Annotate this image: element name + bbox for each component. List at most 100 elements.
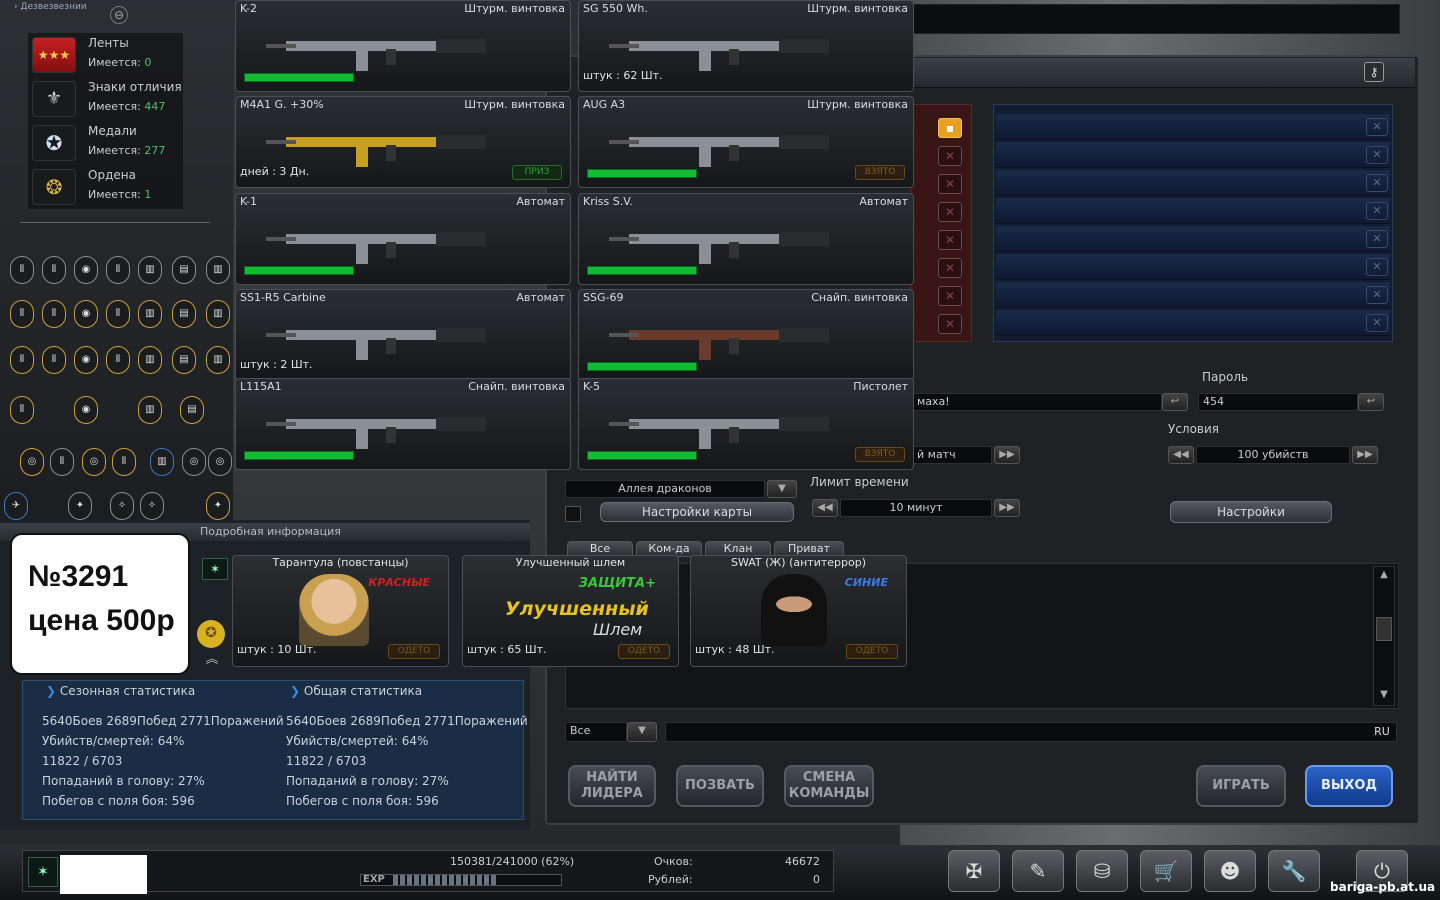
time-prev-arrow-icon[interactable]: ◀◀ (812, 499, 838, 517)
weapon-card[interactable]: L115A1 Снайп. винтовка (235, 378, 571, 470)
insignia-slot-icon[interactable]: ⦀ (112, 448, 136, 476)
player-slot[interactable] (996, 282, 1390, 308)
slot-close-icon[interactable]: ✕ (1366, 286, 1388, 304)
collapse-icon[interactable]: ⊖ (110, 6, 128, 24)
insignia-slot-icon[interactable]: ▤ (172, 256, 196, 284)
medal-row-orders[interactable]: ❂ Ордена Имеется: 1 (28, 165, 183, 209)
weapon-card[interactable]: SS1-R5 Carbine Автомат штук : 2 Шт. (235, 289, 571, 381)
conditions-next-arrow-icon[interactable]: ▶▶ (1352, 446, 1378, 464)
slot-close-icon[interactable]: ✕ (1366, 230, 1388, 248)
insignia-slot-icon[interactable]: ▥ (206, 346, 230, 374)
insignia-slot-icon[interactable]: ⦀ (50, 448, 74, 476)
medal-row-medals[interactable]: ✪ Медали Имеется: 277 (28, 121, 183, 165)
scroll-thumb[interactable] (1376, 617, 1392, 641)
character-card[interactable]: Тарантула (повстанцы) КРАСНЫЕ штук : 10 … (232, 555, 449, 667)
insignia-slot-icon[interactable]: ▥ (138, 346, 162, 374)
weapon-card[interactable]: M4A1 G. +30% Штурм. винтовка дней : 3 Дн. П… (235, 96, 571, 188)
player-slot[interactable] (996, 142, 1390, 168)
insignia-slot-icon[interactable]: ⦀ (10, 346, 34, 374)
chat-input[interactable] (665, 722, 1397, 742)
weapon-status-button[interactable]: ПРИЗ (512, 165, 562, 180)
insignia-slot-icon[interactable]: ⦀ (10, 396, 34, 424)
helmet-card[interactable]: Улучшенный шлем ЗАЩИТА+ Улучшенный Шлем … (462, 555, 679, 667)
chat-channel-select[interactable]: Все (565, 722, 627, 742)
insignia-slot-icon[interactable]: ⦀ (42, 346, 66, 374)
slot-close-icon[interactable]: ✕ (938, 286, 962, 306)
slot-close-icon[interactable]: ✕ (938, 146, 962, 166)
insignia-slot-icon[interactable]: ⦀ (106, 346, 130, 374)
inventory-bag-icon[interactable]: ⛁ (1076, 850, 1128, 892)
insignia-slot-icon[interactable]: ⦀ (42, 300, 66, 328)
insignia-slot-icon[interactable]: ✈ (4, 492, 28, 520)
insignia-slot-icon[interactable]: ◎ (20, 448, 44, 476)
medal-row-ribbons[interactable]: ★★★ Ленты Имеется: 0 (28, 33, 183, 77)
insignia-slot-icon[interactable]: ▥ (138, 396, 162, 424)
slot-close-icon[interactable]: ✕ (1366, 258, 1388, 276)
password-field[interactable]: 454 (1198, 393, 1358, 411)
settings-wrench-icon[interactable]: 🔧 (1268, 850, 1320, 892)
weapon-card[interactable]: SG 550 Wh. Штурм. винтовка штук : 62 Шт. (578, 0, 914, 92)
play-button[interactable]: ИГРАТЬ (1196, 765, 1286, 807)
slot-close-icon[interactable]: ✕ (938, 314, 962, 334)
chat-lang[interactable]: RU (1368, 723, 1396, 741)
change-team-button[interactable]: СМЕНА КОМАНДЫ (784, 765, 874, 807)
insignia-slot-icon[interactable]: ✧ (140, 492, 164, 520)
slot-close-icon[interactable]: ✕ (1366, 174, 1388, 192)
weapon-card[interactable]: SSG-69 Снайп. винтовка (578, 289, 914, 381)
room-name-edit-icon[interactable]: ↩ (1162, 393, 1188, 411)
find-leader-button[interactable]: НАЙТИ ЛИДЕРА (568, 765, 656, 807)
map-settings-button[interactable]: Настройки карты (600, 502, 794, 522)
insignia-slot-icon[interactable]: ▥ (150, 448, 174, 476)
time-next-arrow-icon[interactable]: ▶▶ (994, 499, 1020, 517)
insignia-slot-icon[interactable]: ▤ (180, 396, 204, 424)
insignia-slot-icon[interactable]: ⦀ (42, 256, 66, 284)
player-slot[interactable] (996, 226, 1390, 252)
slot-close-icon[interactable]: ✕ (938, 202, 962, 222)
room-name-field[interactable]: маха! (912, 393, 1162, 411)
weapon-card[interactable]: K-2 Штурм. винтовка (235, 0, 571, 92)
map-checkbox[interactable] (565, 506, 581, 522)
slot-close-icon[interactable]: ✕ (1366, 202, 1388, 220)
insignia-slot-icon[interactable]: ◉ (74, 346, 98, 374)
map-select[interactable]: Аллея драконов (565, 480, 765, 498)
insignia-slot-icon[interactable]: ▤ (172, 346, 196, 374)
player-slot[interactable] (996, 114, 1390, 140)
shop-cart-icon[interactable]: 🛒 (1140, 850, 1192, 892)
insignia-slot-icon[interactable]: ▥ (138, 256, 162, 284)
player-slot[interactable] (996, 254, 1390, 280)
insignia-slot-icon[interactable]: ◉ (74, 396, 98, 424)
conditions-prev-arrow-icon[interactable]: ◀◀ (1168, 446, 1194, 464)
settings-button[interactable]: Настройки (1170, 501, 1332, 523)
slot-close-icon[interactable]: ✕ (1366, 118, 1388, 136)
insignia-slot-icon[interactable]: ✦ (68, 492, 92, 520)
insignia-slot-icon[interactable]: ▥ (138, 300, 162, 328)
scroll-up-icon[interactable]: ▲ (1376, 569, 1392, 583)
character-card[interactable]: SWAT (Ж) (антитеррор) СИНИЕ штук : 48 Шт… (690, 555, 907, 667)
insignia-slot-icon[interactable]: ⦀ (10, 256, 34, 284)
player-slot[interactable] (996, 170, 1390, 196)
key-icon[interactable]: ⚷ (1364, 62, 1384, 82)
rank-emblem-icon[interactable]: ✠ (948, 850, 1000, 892)
medal-row-insignia[interactable]: ⚜ Знаки отличия Имеется: 447 (28, 77, 183, 121)
insignia-slot-icon[interactable]: ◎ (208, 448, 232, 476)
insignia-slot-icon[interactable]: ✦ (206, 492, 230, 520)
weapon-card[interactable]: Kriss S.V. Автомат (578, 193, 914, 285)
chat-scrollbar[interactable]: ▲ ▼ (1373, 566, 1395, 706)
chevron-down-icon[interactable]: ▼ (767, 480, 797, 498)
weapon-card[interactable]: K-5 Пистолет ВЗЯТО (578, 378, 914, 470)
insignia-slot-icon[interactable]: ⦀ (106, 300, 130, 328)
insignia-slot-icon[interactable]: ▤ (172, 300, 196, 328)
scroll-down-icon[interactable]: ▼ (1376, 689, 1392, 703)
insignia-slot-icon[interactable]: ◉ (74, 256, 98, 284)
chevron-down-icon[interactable]: ▼ (627, 722, 657, 742)
insignia-slot-icon[interactable]: ✧ (110, 492, 134, 520)
insignia-slot-icon[interactable]: ▥ (206, 256, 230, 284)
exit-button[interactable]: ВЫХОД (1305, 765, 1393, 807)
slot-close-icon[interactable]: ✕ (938, 174, 962, 194)
insignia-slot-icon[interactable]: ◎ (182, 448, 206, 476)
community-icon[interactable]: ☻ (1204, 850, 1256, 892)
insignia-slot-icon[interactable]: ⦀ (10, 300, 34, 328)
insignia-slot-icon[interactable]: ⦀ (106, 256, 130, 284)
slot-close-icon[interactable]: ✕ (938, 230, 962, 250)
weapon-card[interactable]: AUG A3 Штурм. винтовка ВЗЯТО (578, 96, 914, 188)
